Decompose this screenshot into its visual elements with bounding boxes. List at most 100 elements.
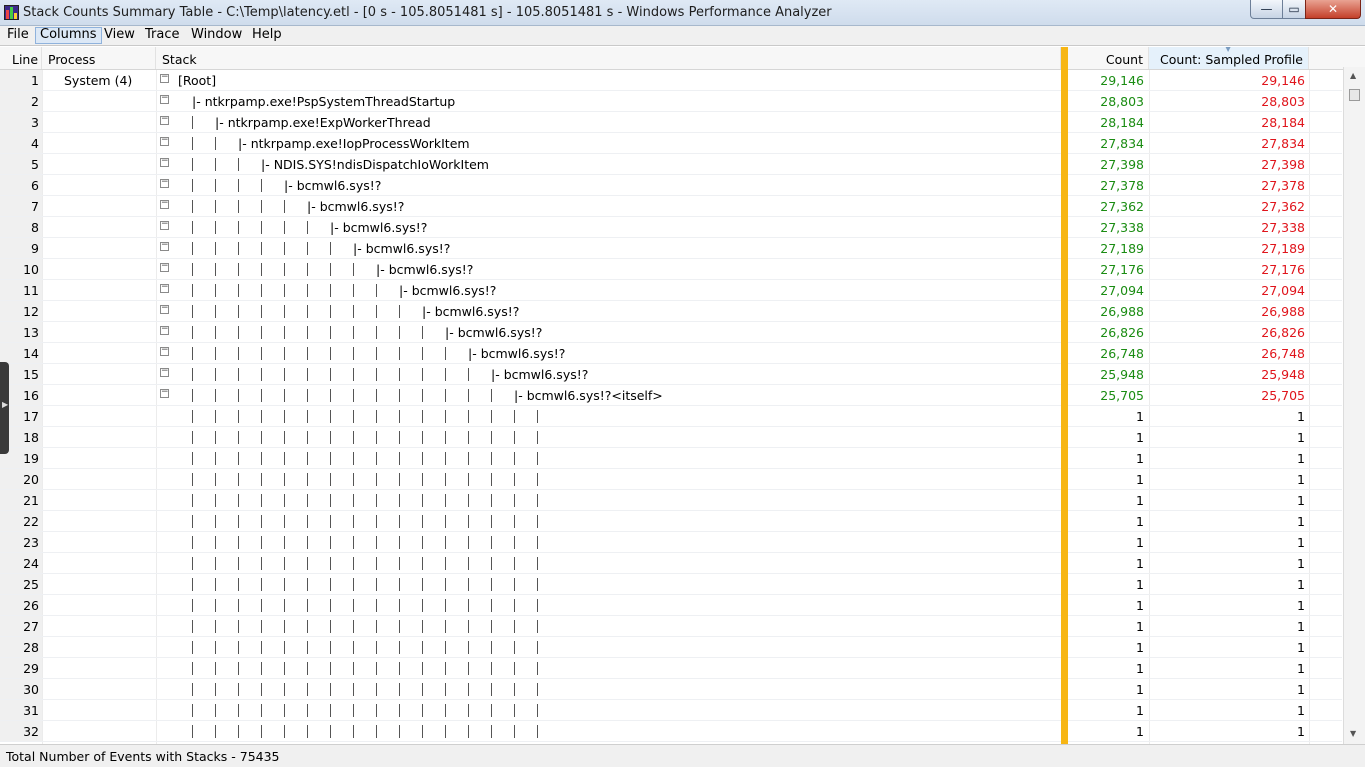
table-row[interactable]: 3 − |- ntkrpamp.exe!ExpWorkerThread 28,184 2…	[0, 112, 1342, 133]
collapse-toggle-icon[interactable]: −	[160, 199, 169, 209]
table-row[interactable]: 23 1 1	[0, 532, 1342, 553]
stack-frame-label: NDIS.SYS!ndisDispatchIoWorkItem	[273, 157, 489, 172]
scroll-up-icon[interactable]: ▲	[1350, 71, 1356, 80]
collapse-toggle-icon[interactable]: −	[160, 325, 169, 335]
tree-guide-line	[261, 431, 262, 444]
header-process[interactable]: Process	[42, 47, 156, 69]
collapse-toggle-icon[interactable]: −	[160, 283, 169, 293]
table-row[interactable]: 17 1 1	[0, 406, 1342, 427]
tree-guide-line	[399, 515, 400, 528]
close-button[interactable]: ✕	[1305, 0, 1361, 19]
table-row[interactable]: 20 1 1	[0, 469, 1342, 490]
table-row[interactable]: 4 − |- ntkrpamp.exe!IopProcessWorkItem 27,8…	[0, 133, 1342, 154]
tree-guide-line	[284, 242, 285, 255]
menu-help[interactable]: Help	[248, 27, 286, 44]
collapse-toggle-icon[interactable]: −	[160, 304, 169, 314]
tree-guide-line	[238, 704, 239, 717]
menu-bar: File Columns View Trace Window Help	[0, 26, 1365, 46]
table-row[interactable]: 10 − |- bcmwl6.sys!? 27,176 27,176	[0, 259, 1342, 280]
collapse-toggle-icon[interactable]: −	[160, 262, 169, 272]
table-row[interactable]: 9 − |- bcmwl6.sys!? 27,189 27,189	[0, 238, 1342, 259]
table-row[interactable]: 30 1 1	[0, 679, 1342, 700]
collapse-toggle-icon[interactable]: −	[160, 157, 169, 167]
tree-guide-line	[238, 557, 239, 570]
count-cell: 1	[1136, 724, 1144, 739]
header-stack[interactable]: Stack	[156, 47, 1061, 69]
table-row[interactable]: 15− |- bcmwl6.sys!? 25,948 25,948	[0, 364, 1342, 385]
menu-columns[interactable]: Columns	[35, 27, 102, 44]
collapse-toggle-icon[interactable]: −	[160, 73, 169, 83]
header-count[interactable]: Count	[1068, 47, 1149, 69]
collapse-toggle-icon[interactable]: −	[160, 367, 169, 377]
table-row[interactable]: 8 − |- bcmwl6.sys!? 27,338 27,338	[0, 217, 1342, 238]
table-row[interactable]: 29 1 1	[0, 658, 1342, 679]
collapse-toggle-icon[interactable]: −	[160, 220, 169, 230]
tree-guide-line	[330, 263, 331, 276]
table-row[interactable]: 1 System (4) − [Root] 29,146 29,146	[0, 70, 1342, 91]
collapse-toggle-icon[interactable]: −	[160, 115, 169, 125]
sampled-profile-cell: 1	[1297, 619, 1305, 634]
tree-guide-line	[238, 158, 239, 171]
table-row[interactable]: 19 1 1	[0, 448, 1342, 469]
maximize-button[interactable]: ▭	[1282, 0, 1306, 19]
line-number: 14	[0, 343, 42, 363]
table-row[interactable]: 31 1 1	[0, 700, 1342, 721]
menu-view[interactable]: View	[100, 27, 139, 44]
vertical-scrollbar[interactable]: ▲ ▼	[1343, 67, 1365, 744]
tree-guide-line	[192, 452, 193, 465]
collapse-toggle-icon[interactable]: −	[160, 241, 169, 251]
tree-guide-line	[422, 326, 423, 339]
tree-guide-line	[238, 431, 239, 444]
table-row[interactable]: 11 − |- bcmwl6.sys!? 27,094 27,094	[0, 280, 1342, 301]
collapse-toggle-icon[interactable]: −	[160, 388, 169, 398]
graph-gold-bar[interactable]	[1061, 47, 1068, 744]
tree-guide-line	[238, 620, 239, 633]
tree-guide-line	[514, 494, 515, 507]
collapse-toggle-icon[interactable]: −	[160, 346, 169, 356]
tree-guide-line	[422, 515, 423, 528]
table-row[interactable]: 24 1 1	[0, 553, 1342, 574]
collapse-toggle-icon[interactable]: −	[160, 136, 169, 146]
table-row[interactable]: 12 − |- bcmwl6.sys!? 26,988 26,988	[0, 301, 1342, 322]
tree-branch-glyph: |-	[192, 94, 205, 109]
tree-guide-line	[422, 578, 423, 591]
tree-guide-line	[261, 704, 262, 717]
menu-window[interactable]: Window	[187, 27, 246, 44]
table-row[interactable]: 14 − |- bcmwl6.sys!? 26,748 26,748	[0, 343, 1342, 364]
table-row[interactable]: 18 1 1	[0, 427, 1342, 448]
table-row[interactable]: 32 1 1	[0, 721, 1342, 742]
menu-trace[interactable]: Trace	[141, 27, 184, 44]
tree-guide-line	[307, 599, 308, 612]
table-row[interactable]: 16− |- bcmwl6.sys!?<itself> 25,705 25,705	[0, 385, 1342, 406]
minimize-button[interactable]: —	[1250, 0, 1283, 19]
tree-guide-line	[330, 431, 331, 444]
sampled-profile-cell: 27,094	[1261, 283, 1305, 298]
header-line[interactable]: Line	[0, 47, 42, 69]
tree-guide-line	[284, 578, 285, 591]
table-row[interactable]: 2 − |- ntkrpamp.exe!PspSystemThreadStartup…	[0, 91, 1342, 112]
sampled-profile-cell: 1	[1297, 409, 1305, 424]
tree-guide-line	[330, 473, 331, 486]
table-row[interactable]: 6 − |- bcmwl6.sys!? 27,378 27,378	[0, 175, 1342, 196]
table-row[interactable]: 7 − |- bcmwl6.sys!? 27,362 27,362	[0, 196, 1342, 217]
table-row[interactable]: 28 1 1	[0, 637, 1342, 658]
line-number: 22	[0, 511, 42, 531]
table-row[interactable]: 21 1 1	[0, 490, 1342, 511]
sampled-profile-cell: 1	[1297, 514, 1305, 529]
count-cell: 1	[1136, 640, 1144, 655]
table-row[interactable]: 27 1 1	[0, 616, 1342, 637]
table-row[interactable]: 26 1 1	[0, 595, 1342, 616]
side-panel-handle[interactable]: ▶	[0, 362, 9, 454]
table-row[interactable]: 13 − |- bcmwl6.sys!? 26,826 26,826	[0, 322, 1342, 343]
menu-file[interactable]: File	[3, 27, 33, 44]
collapse-toggle-icon[interactable]: −	[160, 178, 169, 188]
table-row[interactable]: 5 − |- NDIS.SYS!ndisDispatchIoWorkItem 27,3…	[0, 154, 1342, 175]
tree-guide-line	[422, 704, 423, 717]
table-row[interactable]: 22 1 1	[0, 511, 1342, 532]
tree-guide-line	[353, 389, 354, 402]
scroll-down-icon[interactable]: ▼	[1350, 729, 1356, 738]
collapse-toggle-icon[interactable]: −	[160, 94, 169, 104]
scroll-thumb[interactable]	[1349, 89, 1360, 101]
tree-guide-line	[445, 389, 446, 402]
table-row[interactable]: 25 1 1	[0, 574, 1342, 595]
